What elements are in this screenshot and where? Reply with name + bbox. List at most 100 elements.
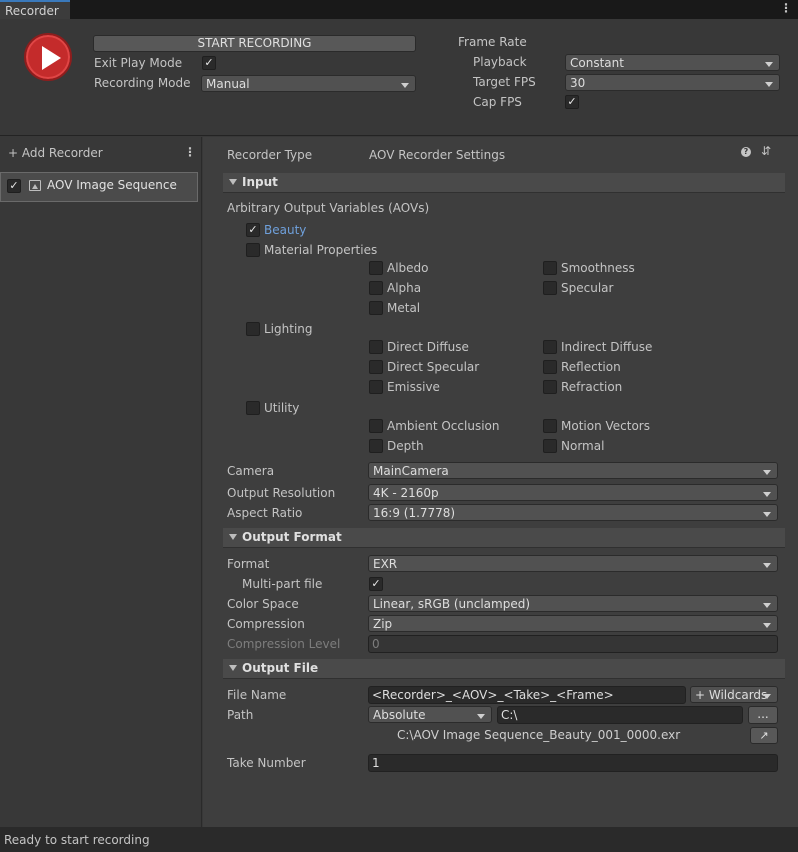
normal-label: Normal	[561, 439, 605, 453]
recording-mode-dropdown[interactable]: Manual	[201, 75, 416, 92]
reflection-label: Reflection	[561, 360, 621, 374]
record-button[interactable]	[24, 33, 72, 81]
cap-fps-checkbox[interactable]: ✓	[565, 95, 579, 109]
playback-dropdown[interactable]: Constant	[565, 54, 780, 71]
camera-dropdown[interactable]: MainCamera	[368, 462, 778, 479]
ambient-occlusion-checkbox[interactable]	[369, 419, 383, 433]
motion-vectors-label: Motion Vectors	[561, 419, 650, 433]
foldout-arrow-icon	[229, 534, 237, 540]
frame-rate-label: Frame Rate	[458, 35, 527, 49]
target-fps-label: Target FPS	[473, 75, 536, 89]
lighting-label: Lighting	[264, 322, 313, 336]
file-name-label: File Name	[227, 688, 287, 702]
metal-label: Metal	[387, 301, 421, 315]
motion-vectors-checkbox[interactable]	[543, 419, 557, 433]
emissive-checkbox[interactable]	[369, 380, 383, 394]
take-number-input[interactable]: 1	[368, 754, 778, 772]
compression-dropdown[interactable]: Zip	[368, 615, 778, 632]
albedo-checkbox[interactable]	[369, 261, 383, 275]
compression-level-field: 0	[368, 635, 778, 653]
albedo-label: Albedo	[387, 261, 429, 275]
file-name-input[interactable]: <Recorder>_<AOV>_<Take>_<Frame>	[368, 686, 686, 704]
emissive-label: Emissive	[387, 380, 440, 394]
lighting-checkbox[interactable]	[246, 322, 260, 336]
metal-checkbox[interactable]	[369, 301, 383, 315]
browse-button[interactable]: ...	[748, 706, 778, 724]
exit-play-mode-label: Exit Play Mode	[94, 56, 183, 70]
help-icon[interactable]: ?	[741, 147, 751, 157]
output-file-section-header[interactable]: Output File	[223, 659, 785, 679]
tab-bar	[0, 0, 798, 19]
format-label: Format	[227, 557, 270, 571]
output-format-section-header[interactable]: Output Format	[223, 528, 785, 548]
color-space-dropdown[interactable]: Linear, sRGB (unclamped)	[368, 595, 778, 612]
recorder-enabled-checkbox[interactable]: ✓	[7, 179, 21, 193]
presets-icon[interactable]: ⇵	[761, 144, 771, 158]
specular-label: Specular	[561, 281, 614, 295]
utility-label: Utility	[264, 401, 300, 415]
output-resolution-dropdown[interactable]: 4K - 2160p	[368, 484, 778, 501]
output-path-preview: C:\AOV Image Sequence_Beauty_001_0000.ex…	[397, 728, 681, 742]
color-space-label: Color Space	[227, 597, 299, 611]
recorder-type-label: Recorder Type	[227, 148, 313, 162]
take-number-label: Take Number	[227, 756, 306, 770]
path-input[interactable]: C:\	[497, 706, 743, 724]
direct-diffuse-label: Direct Diffuse	[387, 340, 469, 354]
specular-checkbox[interactable]	[543, 281, 557, 295]
path-mode-dropdown[interactable]: Absolute	[368, 706, 492, 723]
depth-label: Depth	[387, 439, 424, 453]
camera-label: Camera	[227, 464, 275, 478]
beauty-label: Beauty	[264, 223, 307, 237]
refraction-label: Refraction	[561, 380, 623, 394]
depth-checkbox[interactable]	[369, 439, 383, 453]
recorder-list-pane	[0, 137, 202, 827]
compression-label: Compression	[227, 617, 305, 631]
material-properties-checkbox[interactable]	[246, 243, 260, 257]
external-link-icon: ↗	[759, 729, 769, 742]
material-properties-label: Material Properties	[264, 243, 378, 257]
indirect-diffuse-checkbox[interactable]	[543, 340, 557, 354]
multipart-label: Multi-part file	[242, 577, 323, 591]
foldout-arrow-icon	[229, 179, 237, 185]
recorder-list-menu-icon[interactable]: ⋮	[184, 145, 196, 159]
direct-diffuse-checkbox[interactable]	[369, 340, 383, 354]
indirect-diffuse-label: Indirect Diffuse	[561, 340, 653, 354]
alpha-label: Alpha	[387, 281, 422, 295]
cap-fps-label: Cap FPS	[473, 95, 522, 109]
compression-level-label: Compression Level	[227, 637, 341, 651]
utility-checkbox[interactable]	[246, 401, 260, 415]
exit-play-mode-checkbox[interactable]: ✓	[202, 56, 216, 70]
start-recording-button[interactable]: START RECORDING	[93, 35, 416, 52]
window-menu-icon[interactable]: ⋮	[780, 1, 792, 15]
image-sequence-icon	[29, 180, 41, 191]
output-resolution-label: Output Resolution	[227, 486, 336, 500]
direct-specular-label: Direct Specular	[387, 360, 480, 374]
multipart-checkbox[interactable]: ✓	[369, 577, 383, 591]
recorder-list-item-label: AOV Image Sequence	[47, 178, 177, 192]
input-section-header[interactable]: Input	[223, 173, 785, 193]
add-recorder-button[interactable]: + Add Recorder	[8, 146, 103, 160]
format-dropdown[interactable]: EXR	[368, 555, 778, 572]
alpha-checkbox[interactable]	[369, 281, 383, 295]
target-fps-dropdown[interactable]: 30	[565, 74, 780, 91]
smoothness-checkbox[interactable]	[543, 261, 557, 275]
normal-checkbox[interactable]	[543, 439, 557, 453]
wildcards-dropdown[interactable]: + Wildcards	[690, 686, 778, 703]
refraction-checkbox[interactable]	[543, 380, 557, 394]
ambient-occlusion-label: Ambient Occlusion	[387, 419, 500, 433]
direct-specular-checkbox[interactable]	[369, 360, 383, 374]
recording-mode-label: Recording Mode	[94, 76, 191, 90]
path-label: Path	[227, 708, 254, 722]
status-bar: Ready to start recording	[0, 827, 798, 852]
play-icon	[42, 46, 61, 70]
beauty-checkbox[interactable]: ✓	[246, 223, 260, 237]
tab-recorder[interactable]: Recorder	[0, 0, 70, 19]
reflection-checkbox[interactable]	[543, 360, 557, 374]
aspect-ratio-dropdown[interactable]: 16:9 (1.7778)	[368, 504, 778, 521]
aovs-label: Arbitrary Output Variables (AOVs)	[227, 201, 430, 215]
open-folder-button[interactable]: ↗	[750, 727, 778, 744]
playback-label: Playback	[473, 55, 527, 69]
foldout-arrow-icon	[229, 665, 237, 671]
smoothness-label: Smoothness	[561, 261, 635, 275]
aspect-ratio-label: Aspect Ratio	[227, 506, 303, 520]
